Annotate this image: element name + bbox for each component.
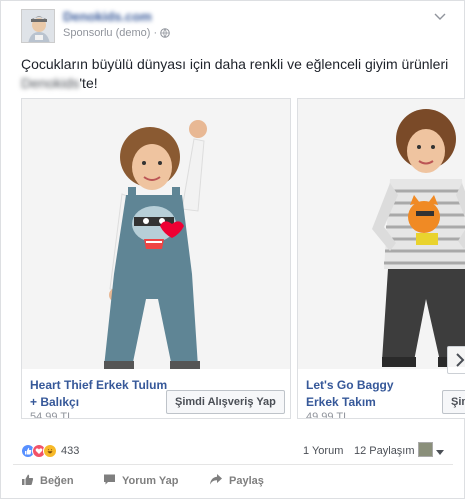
comment-button[interactable]: Yorum Yap [103, 473, 178, 489]
avatar-image [22, 10, 54, 42]
carousel-next-chevron-icon[interactable] [447, 346, 465, 374]
product-photo[interactable] [22, 99, 290, 369]
share-label: Paylaş [229, 475, 264, 487]
post-options-chevron-icon[interactable] [434, 9, 446, 20]
post-text-brand-blurred: Denokids [21, 75, 80, 91]
product-carousel: Heart Thief Erkek Tulum + Balıkçı 54.99 … [21, 98, 465, 419]
post-header: Denokids.com Sponsorlu (demo) · [1, 1, 464, 47]
viewer-avatar[interactable] [418, 442, 433, 457]
reactions-summary[interactable]: 433 [21, 444, 79, 458]
share-arrow-icon [209, 473, 223, 489]
shares-count[interactable]: 12 Paylaşım [354, 445, 415, 457]
shop-now-button[interactable]: Şimdi Alışveriş Yap [442, 390, 465, 414]
share-button[interactable]: Paylaş [209, 473, 264, 489]
comment-label: Yorum Yap [122, 475, 179, 487]
product-title[interactable]: Heart Thief Erkek Tulum + Balıkçı [30, 377, 170, 411]
meta-separator: · [153, 27, 158, 39]
haha-reaction-icon [43, 444, 57, 458]
carousel-item[interactable]: Let's Go Baggy Erkek Takım 49.99 TL Şimd… [297, 98, 465, 419]
post-meta: Sponsorlu (demo) · [63, 27, 170, 39]
like-button[interactable]: Beğen [21, 473, 74, 489]
post-text-line: Çocukların büyülü dünyası için daha renk… [21, 56, 449, 72]
post-text: Çocukların büyülü dünyası için daha renk… [21, 55, 451, 93]
product-photo[interactable] [298, 99, 465, 369]
comment-bubble-icon [103, 473, 116, 489]
post-actions: Beğen Yorum Yap Paylaş [21, 471, 445, 491]
post-text-suffix: 'te! [79, 75, 98, 91]
page-name-link[interactable]: Denokids.com [63, 9, 152, 25]
sponsored-label[interactable]: Sponsorlu (demo) [63, 27, 150, 39]
page-avatar[interactable] [21, 9, 55, 43]
product-price: 54.99 TL [30, 411, 74, 419]
reaction-count[interactable]: 433 [61, 445, 79, 457]
actions-divider [13, 464, 453, 465]
comments-count[interactable]: 1 Yorum [303, 445, 343, 457]
product-price: 49.99 TL [306, 411, 350, 419]
post-stats: 433 1 Yorum 12 Paylaşım [21, 442, 445, 461]
shop-now-button[interactable]: Şimdi Alışveriş Yap [166, 390, 285, 414]
globe-icon [160, 28, 170, 38]
like-label: Beğen [40, 475, 74, 487]
carousel-item[interactable]: Heart Thief Erkek Tulum + Balıkçı 54.99 … [21, 98, 291, 419]
viewer-caret-down-icon[interactable] [436, 447, 444, 455]
sponsored-post-card: Denokids.com Sponsorlu (demo) · Çocuklar… [0, 0, 465, 499]
thumbs-up-icon [21, 473, 34, 489]
product-title[interactable]: Let's Go Baggy Erkek Takım [306, 377, 426, 411]
